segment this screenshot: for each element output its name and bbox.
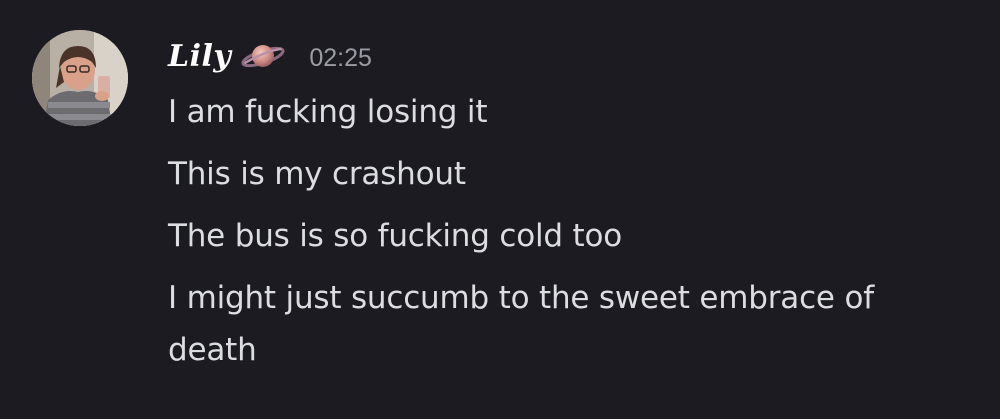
timestamp: 02:25 — [309, 43, 372, 72]
message-line[interactable]: The bus is so fucking cold too — [168, 210, 958, 262]
message-line[interactable]: This is my crashout — [168, 148, 958, 200]
avatar[interactable] — [32, 30, 128, 126]
message-header: Lily 02:25 — [168, 34, 372, 78]
message-list: I am fucking losing it This is my crasho… — [168, 86, 958, 376]
ringed-planet-icon — [239, 40, 287, 72]
message-group: Lily 02:25 I am fucking losing it This i… — [0, 0, 1000, 419]
message-line[interactable]: I might just succumb to the sweet embrac… — [168, 272, 958, 376]
message-line[interactable]: I am fucking losing it — [168, 86, 958, 138]
avatar-photo — [32, 30, 128, 126]
username[interactable]: Lily — [168, 39, 231, 74]
